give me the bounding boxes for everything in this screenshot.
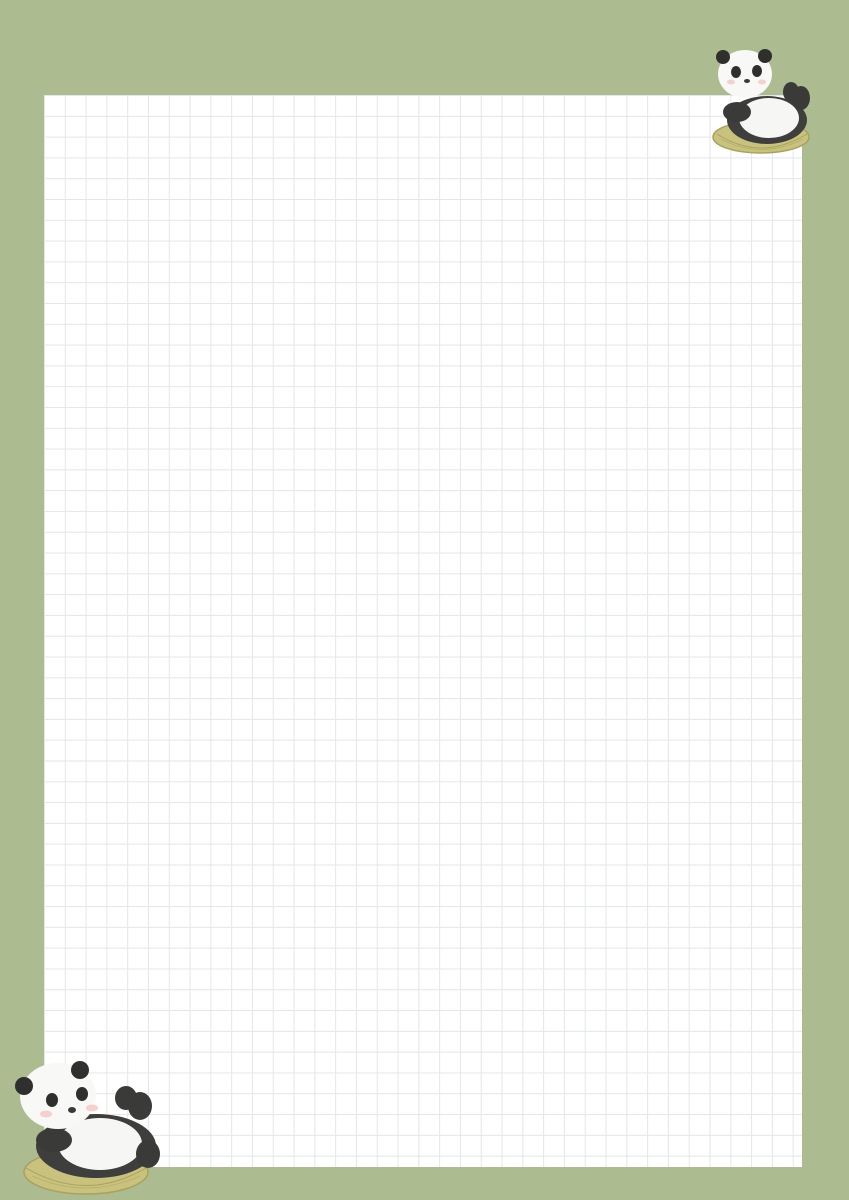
page-border xyxy=(0,0,849,1200)
panda-in-basket-icon xyxy=(8,1058,168,1200)
panda-in-basket-icon xyxy=(705,42,817,162)
grid-paper-sheet xyxy=(44,95,802,1167)
